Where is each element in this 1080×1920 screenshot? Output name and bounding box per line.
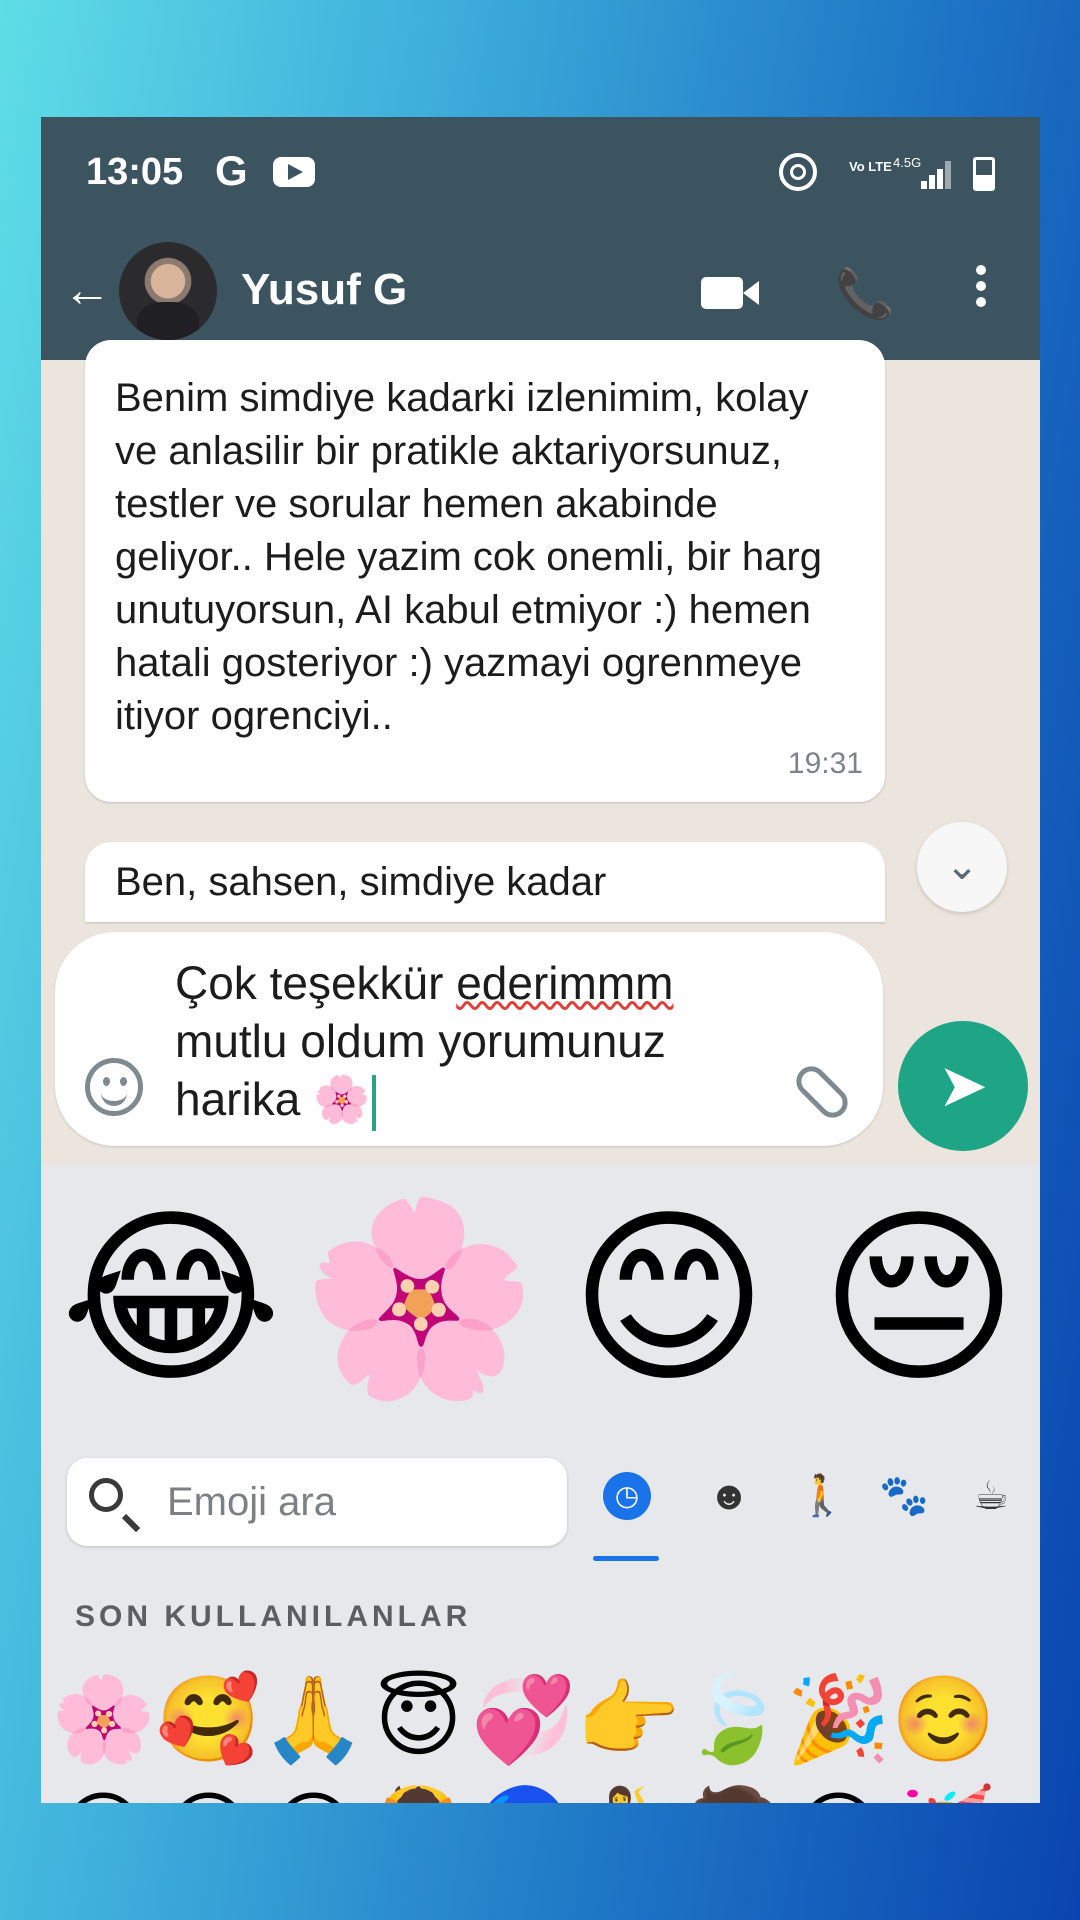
battery-icon (973, 157, 995, 191)
emoji-search-input[interactable]: Emoji ara (67, 1458, 567, 1546)
emoji-key[interactable]: ☺️ (891, 1664, 996, 1774)
emoji-key[interactable]: 🍃 (681, 1664, 786, 1774)
status-bar: 13:05 G Vo LTE 4.5G (41, 117, 1040, 225)
status-time: 13:05 (86, 151, 184, 193)
food-icon[interactable]: ☕ (967, 1472, 1015, 1520)
message-text: Benim simdiye kadarki izlenimim, kolay v… (115, 376, 822, 738)
emoji-key[interactable]: 😊 (261, 1776, 366, 1803)
phone-call-icon[interactable]: 📞 (835, 265, 895, 322)
emoji-key[interactable]: 😇 (366, 1664, 471, 1774)
video-call-icon[interactable] (701, 277, 759, 309)
emoji-key[interactable]: 💞 (471, 1664, 576, 1774)
emoji-key[interactable]: 🙆 (366, 1776, 471, 1803)
emoji-key[interactable]: 🧑 (681, 1776, 786, 1803)
emoji-key[interactable]: 🥰 (156, 1664, 261, 1774)
emoji-suggestion[interactable]: 😂 (51, 1194, 291, 1404)
network-type: 4.5G (893, 155, 922, 170)
emoji-row-partial: 😂😅😊🙆🧿💃🧑😄🥳 (51, 1776, 1040, 1803)
emoji-suggestion[interactable]: 😊 (549, 1194, 789, 1404)
search-placeholder: Emoji ara (167, 1480, 336, 1524)
emoji-key[interactable]: 🙏 (261, 1664, 366, 1774)
back-arrow-icon[interactable]: ← (63, 267, 111, 315)
composer-line3: harika 🌸 (175, 1073, 371, 1125)
phone-screen: 13:05 G Vo LTE 4.5G ← Yusuf G 📞 Benim si… (41, 117, 1040, 1803)
emoji-key[interactable]: 🥳 (891, 1776, 996, 1803)
message-bubble[interactable]: Ben, sahsen, simdiye kadar (85, 842, 885, 922)
animals-icon[interactable]: 🐾 (879, 1472, 929, 1520)
misspelled-word: ederimmm (456, 957, 674, 1009)
emoji-suggestion[interactable]: 😔 (799, 1194, 1039, 1404)
recent-icon[interactable]: ◷ (603, 1472, 651, 1520)
hotspot-icon (779, 153, 817, 191)
more-options-icon[interactable] (976, 265, 986, 313)
smiley-icon[interactable]: ☻ (705, 1472, 753, 1520)
active-tab-indicator (593, 1556, 659, 1561)
emoji-suggestion[interactable]: 🌸 (299, 1194, 539, 1404)
message-text: Ben, sahsen, simdiye kadar (115, 860, 607, 904)
scroll-down-button[interactable]: ⌄ (917, 822, 1007, 912)
emoji-key[interactable]: 🌸 (51, 1664, 156, 1774)
message-composer[interactable]: Çok teşekkür ederimmm mutlu oldum yorumu… (55, 932, 883, 1146)
emoji-key[interactable]: 🧿 (471, 1776, 576, 1803)
youtube-icon (273, 157, 315, 187)
composer-line1: Çok teşekkür (175, 957, 457, 1009)
search-icon (89, 1478, 123, 1512)
emoji-key[interactable]: 🎉 (786, 1664, 891, 1774)
emoji-key[interactable]: 👉 (576, 1664, 681, 1774)
emoji-toggle-icon[interactable] (85, 1058, 143, 1116)
emoji-key[interactable]: 😅 (156, 1776, 261, 1803)
message-bubble[interactable]: Benim simdiye kadarki izlenimim, kolay v… (85, 340, 885, 802)
signal-icon (921, 161, 953, 189)
attach-icon[interactable] (790, 1060, 854, 1124)
send-button[interactable]: ➤ (898, 1021, 1028, 1151)
emoji-key[interactable]: 😂 (51, 1776, 156, 1803)
contact-name[interactable]: Yusuf G (241, 265, 407, 315)
message-time: 19:31 (787, 747, 863, 780)
section-label: SON KULLANILANLAR (75, 1600, 472, 1633)
google-icon: G (215, 147, 248, 194)
recent-emoji-row: 🌸🥰🙏 😇 💞👉🍃🎉☺️ (51, 1664, 1040, 1774)
message-input[interactable]: Çok teşekkür ederimmm mutlu oldum yorumu… (175, 954, 735, 1131)
avatar[interactable] (119, 242, 217, 340)
volte-indicator: Vo LTE (849, 159, 892, 174)
text-cursor (372, 1074, 377, 1131)
composer-line2: mutlu oldum yorumunuz (175, 1015, 666, 1067)
emoji-key[interactable]: 💃 (576, 1776, 681, 1803)
emoji-keyboard: 😂 🌸 😊 😔 Emoji ara ◷ ☻ 🚶 🐾 ☕ SON KULLANIL… (41, 1164, 1040, 1803)
emoji-key[interactable]: 😄 (786, 1776, 891, 1803)
people-icon[interactable]: 🚶 (797, 1472, 847, 1520)
